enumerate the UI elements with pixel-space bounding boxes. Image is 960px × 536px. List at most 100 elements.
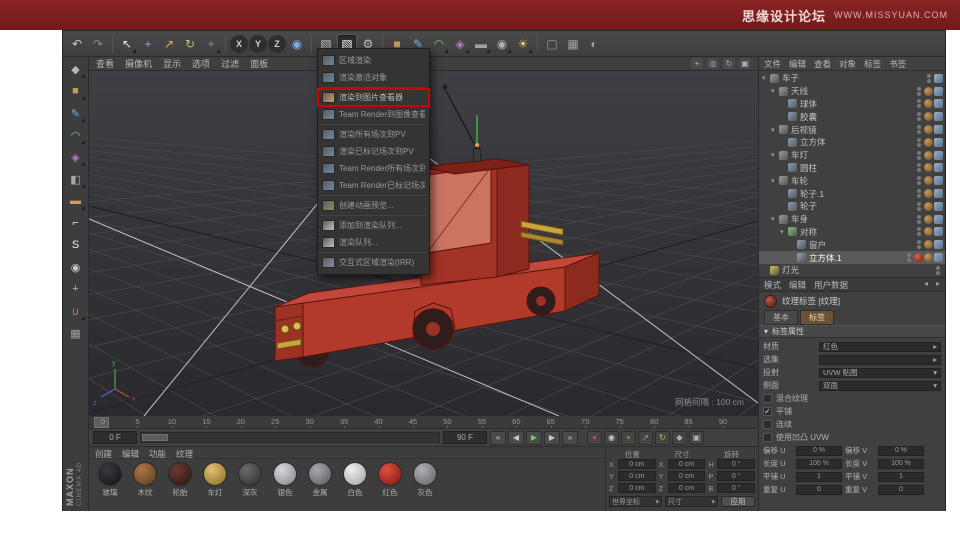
visibility-dot[interactable] [917,214,921,219]
phong-tag-icon[interactable] [934,150,943,160]
value-field[interactable]: 100 % [878,458,924,469]
lock-y-icon[interactable]: Y [249,34,267,53]
visibility-dot[interactable] [917,91,921,96]
render-menu-item[interactable]: 添加到渲染队列... [318,217,429,234]
material-menu-item[interactable]: 创建 [95,448,112,459]
visibility-dot[interactable] [917,232,921,237]
value-field[interactable]: 0 % [878,445,924,456]
object-tree-row[interactable]: 灯光 [759,264,945,277]
coordinate-field[interactable]: 0 cm [618,471,656,481]
phong-tag-icon[interactable] [934,214,943,224]
value-field[interactable]: 1 [878,471,924,482]
value-field[interactable]: 1 [796,471,842,482]
render-menu-item-picture-viewer[interactable]: 渲染到图片查看器 [317,88,430,107]
object-tree-row[interactable]: ▾ 车身 [759,213,945,226]
value-field[interactable]: 0 % [796,445,842,456]
phong-tag-icon[interactable] [934,112,943,122]
add-generator-icon[interactable]: ◠ [429,34,449,54]
material-swatch[interactable]: 木纹 [130,462,160,498]
last-tool-icon[interactable]: + [201,34,221,54]
phong-tag-icon[interactable] [934,125,943,135]
object-tree-row[interactable]: 立方体 [759,136,945,149]
coordinate-field[interactable]: 0 cm [618,483,656,493]
visibility-dot[interactable] [917,150,921,155]
visibility-dot[interactable] [917,125,921,130]
coordinate-field[interactable]: 0 cm [618,459,656,469]
expand-arrow-icon[interactable]: ▾ [771,151,779,159]
array-icon[interactable]: ◈ [66,147,86,167]
visibility-dot[interactable] [917,142,921,147]
play-button[interactable]: ▶ [526,430,542,445]
visibility-dot[interactable] [917,176,921,181]
visibility-dots[interactable] [917,176,921,186]
display-shade-icon[interactable]: ◐ [584,34,604,54]
s-badge-icon[interactable]: S [66,235,86,255]
phong-tag-icon[interactable] [934,137,943,147]
render-menu-item[interactable]: 渲染激活对象 [318,69,429,86]
texture-tag-icon[interactable] [924,150,933,160]
phong-tag-icon[interactable] [934,253,943,263]
visibility-dots[interactable] [917,189,921,199]
add-environment-icon[interactable]: ▬ [471,34,491,54]
size-mode-select[interactable]: 尺寸 ▾ [665,496,718,507]
value-field[interactable]: 100 % [796,458,842,469]
record-scale-icon[interactable]: ↗ [638,430,653,445]
visibility-dot[interactable] [907,258,911,263]
visibility-dot[interactable] [917,112,921,117]
texture-mode-icon[interactable]: ◉ [66,257,86,277]
timeline-range-slider[interactable] [140,432,440,443]
object-tree-row[interactable]: 立方体.1 [759,251,945,264]
live-selection-icon[interactable]: ↖ [117,34,137,54]
add-light-icon[interactable]: ☀ [513,34,533,54]
value-field[interactable]: 0 [878,484,924,495]
visibility-dots[interactable] [907,253,911,263]
material-swatch[interactable]: 金属 [305,462,335,498]
floor-icon[interactable]: ▬ [66,191,86,211]
material-swatch[interactable]: 深灰 [235,462,265,498]
move-tool-icon[interactable]: + [138,34,158,54]
checkbox[interactable] [763,394,772,403]
object-manager-menu-item[interactable]: 查看 [814,58,831,70]
visibility-dot[interactable] [927,78,931,83]
texture-tag-icon[interactable] [914,253,923,263]
phong-tag-icon[interactable] [934,86,943,96]
object-tree-row[interactable]: ▾ 车轮 [759,174,945,187]
texture-tag-icon[interactable] [924,163,933,173]
material-menu-item[interactable]: 编辑 [122,448,139,459]
material-menu-item[interactable]: 纹理 [176,448,193,459]
texture-tag-icon[interactable] [924,86,933,96]
coordinate-field[interactable]: 0 ° [717,471,756,481]
visibility-dot[interactable] [917,201,921,206]
checkbox[interactable] [763,420,772,429]
visibility-dots[interactable] [936,265,940,275]
lock-x-icon[interactable]: X [230,34,248,53]
display-wire-icon[interactable]: ▦ [563,34,583,54]
coordinate-field[interactable]: 0 cm [667,483,706,493]
render-menu-item[interactable]: 渲染所有场次到PV [318,126,429,143]
phong-tag-icon[interactable] [934,227,943,237]
visibility-dots[interactable] [917,112,921,122]
object-tree-row[interactable]: 轮子.1 [759,187,945,200]
material-swatch[interactable]: 银色 [270,462,300,498]
phong-tag-icon[interactable] [934,73,943,83]
phong-tag-icon[interactable] [934,189,943,199]
expand-arrow-icon[interactable]: ▾ [771,177,779,185]
expand-arrow-icon[interactable]: ▾ [771,87,779,95]
phong-tag-icon[interactable] [934,99,943,109]
record-rotation-icon[interactable]: ↻ [655,430,670,445]
generator-icon[interactable]: ◠ [66,125,86,145]
lock-z-icon[interactable]: Z [268,34,286,53]
material-swatch[interactable]: 轮胎 [165,462,195,498]
viewport-menu-item[interactable]: 过滤 [221,57,239,70]
render-menu-item[interactable]: 创建动画预览... [318,197,429,214]
texture-tag-icon[interactable] [924,99,933,109]
visibility-dot[interactable] [917,155,921,160]
viewport-rotate-icon[interactable]: ↻ [723,58,735,69]
material-swatch[interactable]: 灰色 [410,462,440,498]
phong-tag-icon[interactable] [934,240,943,250]
object-manager-menu-item[interactable]: 书签 [889,58,906,70]
phong-tag-icon[interactable] [934,176,943,186]
object-manager-menu-item[interactable]: 编辑 [789,58,806,70]
object-manager-menu-item[interactable]: 标签 [864,58,881,70]
object-tree-row[interactable]: ▾ 车灯 [759,149,945,162]
